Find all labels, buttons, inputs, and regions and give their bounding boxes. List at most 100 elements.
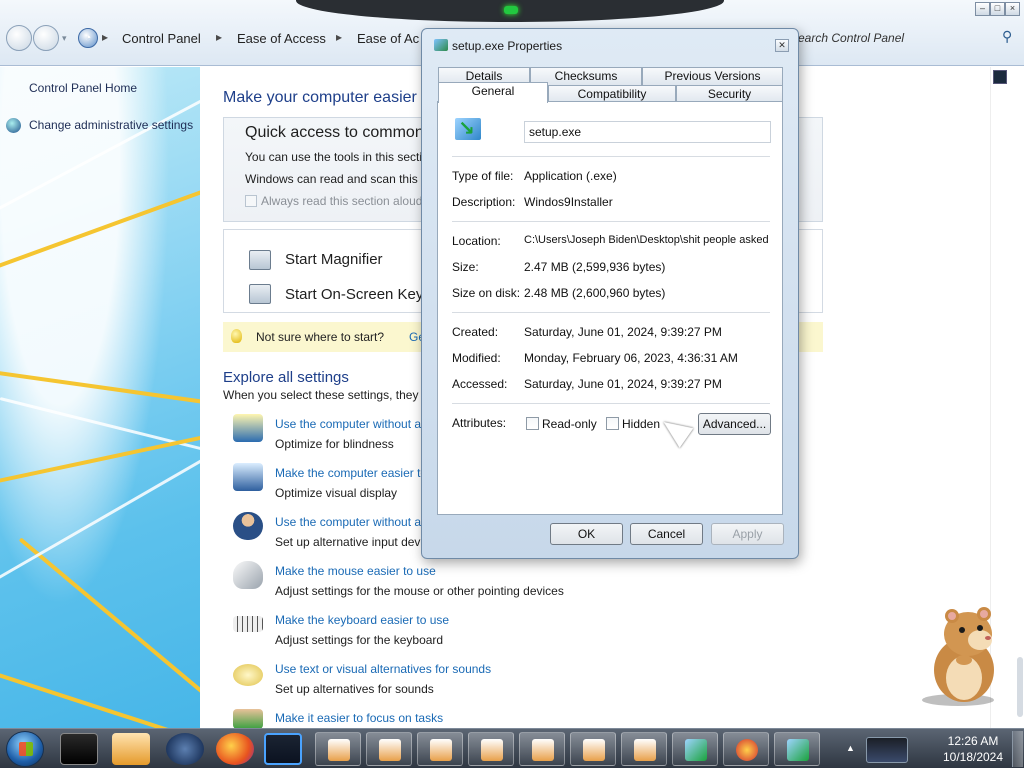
start-button[interactable]: [6, 731, 44, 767]
speech-bubble-icon: [233, 664, 263, 686]
maximize-button[interactable]: □: [990, 2, 1005, 16]
taskbar-app-setup[interactable]: [672, 732, 718, 766]
start-magnifier-link[interactable]: Start Magnifier: [285, 251, 383, 268]
settings-link[interactable]: Make the computer easier to: [275, 466, 427, 480]
app-icon[interactable]: [993, 70, 1007, 84]
readonly-label: Read-only: [542, 417, 597, 431]
forward-button[interactable]: [33, 25, 59, 51]
cancel-button[interactable]: Cancel: [630, 523, 703, 545]
back-button[interactable]: [6, 25, 32, 51]
top-notch-decoration: [296, 0, 724, 22]
shield-icon: [6, 118, 21, 133]
change-admin-settings-link[interactable]: Change administrative settings: [29, 118, 193, 132]
magnifier-monitor-icon: [233, 463, 263, 491]
breadcrumb-control-panel[interactable]: Control Panel: [122, 31, 201, 46]
taskbar-app-java[interactable]: [366, 732, 412, 766]
type-label: Type of file:: [452, 169, 514, 183]
settings-link[interactable]: Make the mouse easier to use: [275, 564, 436, 578]
wallpaper-swirl: [0, 667, 200, 728]
explore-title: Explore all settings: [223, 369, 349, 386]
breadcrumb-separator[interactable]: ▸: [102, 30, 108, 44]
settings-desc: Optimize for blindness: [275, 437, 394, 451]
size-value: 2.47 MB (2,599,936 bytes): [524, 260, 666, 274]
created-value: Saturday, June 01, 2024, 9:39:27 PM: [524, 325, 722, 339]
breadcrumb-separator[interactable]: ▸: [216, 30, 222, 44]
dialog-close-button[interactable]: ✕: [775, 39, 789, 52]
start-onscreen-keyboard-link[interactable]: Start On-Screen Key: [285, 286, 423, 303]
settings-link[interactable]: Use the computer without a: [275, 417, 421, 431]
breadcrumb-ease-of-access-center[interactable]: Ease of Ac: [357, 31, 419, 46]
always-read-label: Always read this section aloud: [261, 194, 423, 208]
show-desktop-button[interactable]: [1012, 731, 1023, 767]
properties-dialog: setup.exe Properties ✕ Details Checksums…: [421, 28, 799, 559]
taskbar-app-terminal[interactable]: [60, 733, 98, 765]
minimize-button[interactable]: –: [975, 2, 990, 16]
taskbar-app-globe[interactable]: [166, 733, 204, 765]
control-panel-home-link[interactable]: Control Panel Home: [29, 81, 137, 95]
ok-button[interactable]: OK: [550, 523, 623, 545]
wallpaper-swirl: [0, 181, 200, 271]
description-label: Description:: [452, 195, 516, 209]
hamster-icon[interactable]: [918, 604, 1008, 708]
led-indicator-icon: [504, 6, 518, 14]
hidden-label: Hidden: [622, 417, 661, 431]
settings-link[interactable]: Make the keyboard easier to use: [275, 613, 449, 627]
settings-desc: Adjust settings for the keyboard: [275, 633, 444, 647]
scrollbar[interactable]: [1017, 657, 1023, 717]
divider: [452, 403, 770, 404]
readonly-checkbox[interactable]: [526, 417, 539, 430]
advanced-button[interactable]: Advanced...: [698, 413, 771, 435]
filename-input[interactable]: [524, 121, 771, 143]
taskbar-app-java[interactable]: [570, 732, 616, 766]
settings-desc: Set up alternatives for sounds: [275, 682, 434, 696]
settings-link[interactable]: Use text or visual alternatives for soun…: [275, 662, 491, 676]
taskbar-app-java[interactable]: [621, 732, 667, 766]
divider: [452, 156, 770, 157]
accessed-label: Accessed:: [452, 377, 508, 391]
hidden-checkbox[interactable]: [606, 417, 619, 430]
taskbar-app-java[interactable]: [468, 732, 514, 766]
tab-general[interactable]: General: [438, 82, 548, 103]
magnifier-icon[interactable]: [249, 250, 271, 270]
setup-file-icon: [434, 39, 448, 51]
wallpaper-swirl: [0, 457, 200, 590]
type-value: Application (.exe): [524, 169, 617, 183]
taskbar-app-monitor[interactable]: [264, 733, 302, 765]
breadcrumb-separator[interactable]: ▸: [336, 30, 342, 44]
breadcrumb-ease-of-access[interactable]: Ease of Access: [237, 31, 326, 46]
hint-text: Not sure where to start?: [256, 330, 385, 344]
wallpaper-swirl: [0, 397, 200, 456]
settings-link[interactable]: Make it easier to focus on tasks: [275, 711, 443, 725]
apply-button[interactable]: Apply: [711, 523, 784, 545]
quick-access-text: You can use the tools in this sectio: [245, 150, 429, 164]
taskbar-app-java[interactable]: [519, 732, 565, 766]
control-panel-icon: ◔: [78, 28, 98, 48]
clock-time[interactable]: 12:26 AM: [938, 734, 1008, 748]
taskbar-app-setup[interactable]: [774, 732, 820, 766]
recent-pages-chevron-icon[interactable]: ▾: [62, 33, 67, 44]
taskbar-app-java[interactable]: [417, 732, 463, 766]
tab-previous-versions[interactable]: Previous Versions: [642, 67, 783, 85]
taskbar-app-installer[interactable]: [723, 732, 769, 766]
close-button[interactable]: ×: [1005, 2, 1020, 16]
size-on-disk-value: 2.48 MB (2,600,960 bytes): [524, 286, 666, 300]
lightbulb-icon: [231, 329, 242, 343]
monitor-icon: [233, 414, 263, 442]
settings-link[interactable]: Use the computer without a: [275, 515, 421, 529]
clock-date[interactable]: 10/18/2024: [938, 750, 1008, 764]
taskbar-app-java[interactable]: [315, 732, 361, 766]
taskbar-app-media-player[interactable]: [112, 733, 150, 765]
dialog-title: setup.exe Properties: [452, 39, 563, 53]
accessed-value: Saturday, June 01, 2024, 9:39:27 PM: [524, 377, 722, 391]
focus-icon: [233, 709, 263, 729]
quick-access-text: Windows can read and scan this li: [245, 172, 427, 186]
always-read-checkbox[interactable]: [245, 195, 257, 207]
search-icon[interactable]: ⚲: [1002, 28, 1012, 45]
taskbar-app-firefox[interactable]: [216, 733, 254, 765]
search-input[interactable]: Search Control Panel: [790, 31, 904, 45]
tray-app-icon[interactable]: [866, 737, 908, 763]
show-hidden-icons-icon[interactable]: ▲: [846, 743, 855, 753]
onscreen-keyboard-icon[interactable]: [249, 284, 271, 304]
divider: [452, 312, 770, 313]
size-label: Size:: [452, 260, 479, 274]
